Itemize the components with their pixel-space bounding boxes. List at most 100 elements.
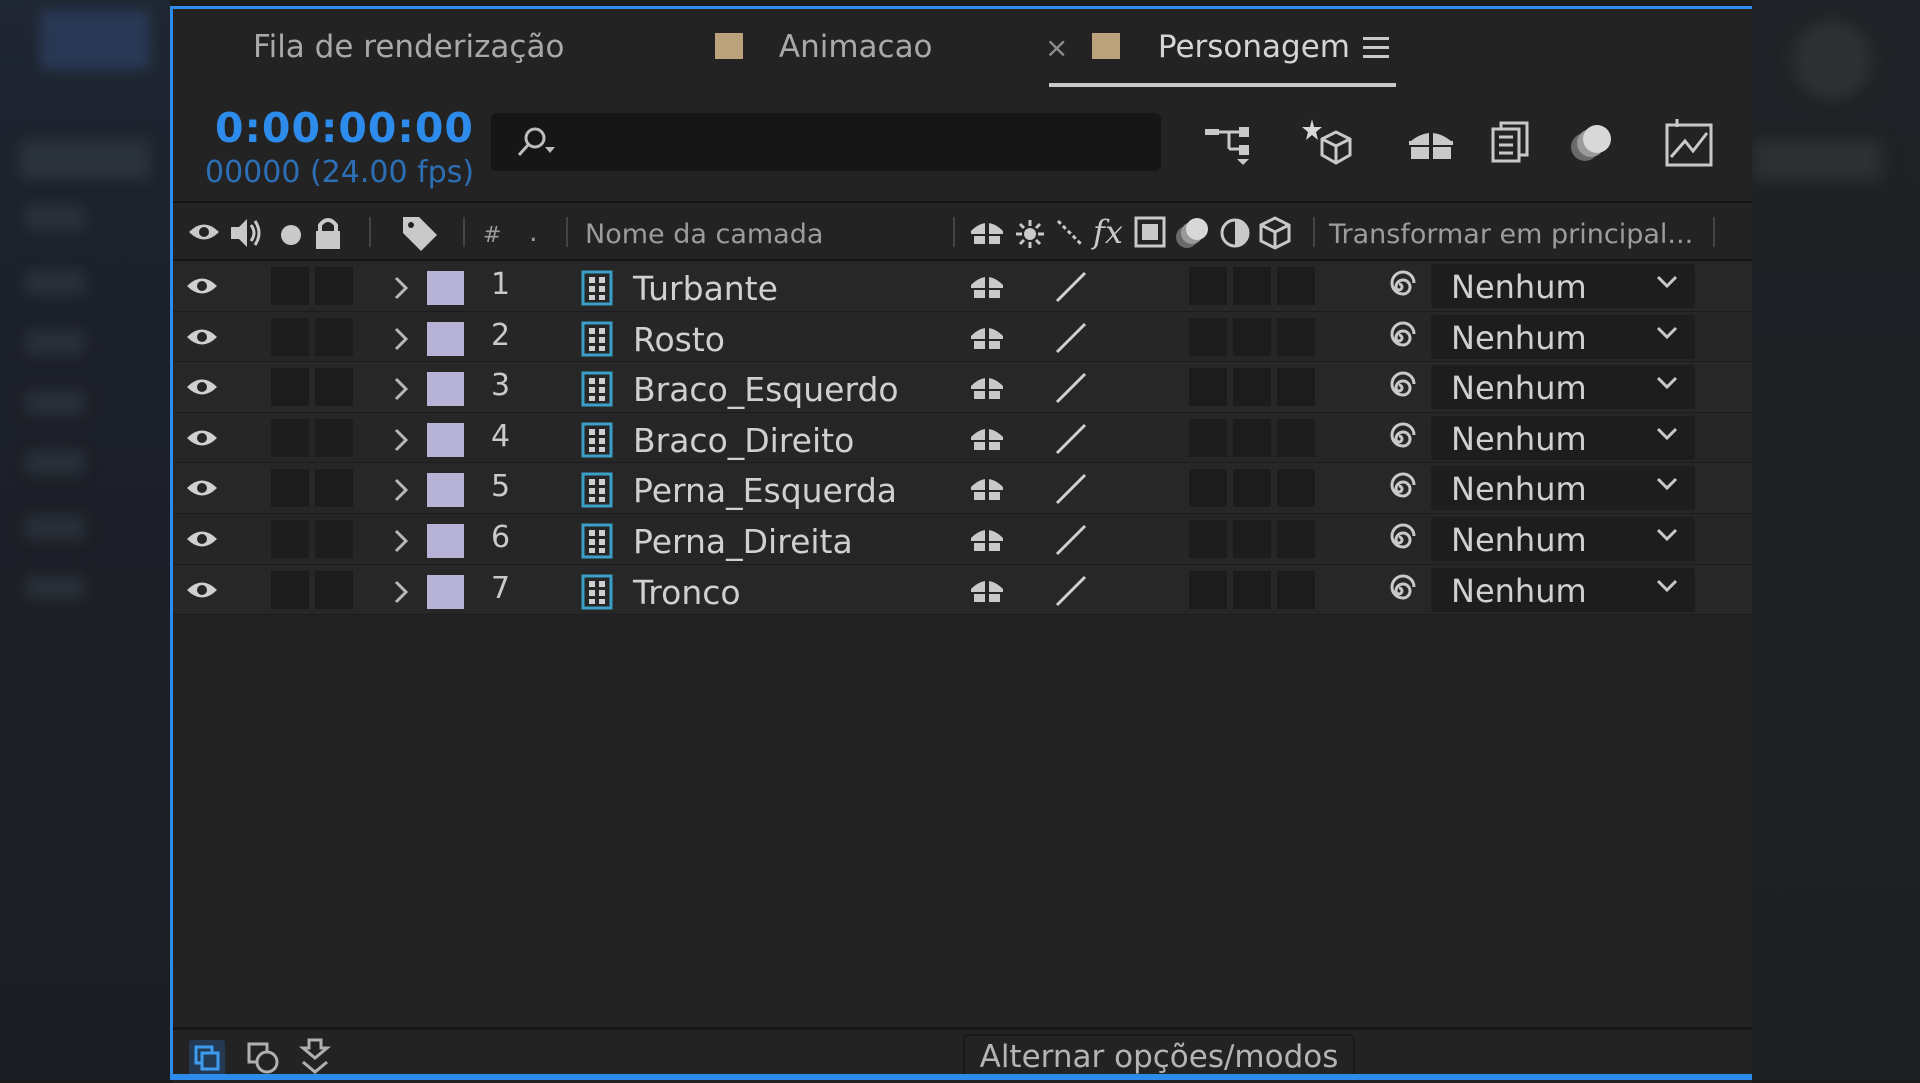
motion-blur-icon[interactable] bbox=[1567, 121, 1617, 167]
eye-visibility-icon[interactable] bbox=[185, 524, 219, 554]
parent-dropdown[interactable]: Nenhum bbox=[1431, 264, 1695, 308]
chevron-right-icon[interactable] bbox=[391, 275, 411, 301]
parent-dropdown[interactable]: Nenhum bbox=[1431, 516, 1695, 561]
chevron-right-icon[interactable] bbox=[391, 477, 411, 503]
3d-toggle[interactable] bbox=[1277, 469, 1315, 508]
motion-blur-toggle[interactable] bbox=[1189, 267, 1227, 305]
3d-toggle[interactable] bbox=[1277, 368, 1315, 407]
label-tag-icon[interactable] bbox=[399, 213, 439, 253]
eye-visibility-icon[interactable] bbox=[185, 322, 219, 352]
pick-whip-icon[interactable] bbox=[1381, 471, 1417, 507]
3d-toggle[interactable] bbox=[1277, 570, 1315, 609]
draft-3d-icon[interactable] bbox=[1298, 115, 1354, 169]
layer-label-color[interactable] bbox=[427, 372, 464, 407]
parent-dropdown[interactable]: Nenhum bbox=[1431, 567, 1695, 612]
collapse-transformations-icon[interactable] bbox=[969, 271, 1005, 303]
adjustment-toggle[interactable] bbox=[1233, 570, 1271, 609]
quality-best-icon[interactable] bbox=[1053, 471, 1089, 507]
collapse-transformations-icon[interactable] bbox=[969, 524, 1005, 556]
3d-toggle[interactable] bbox=[1277, 317, 1315, 356]
layer-label-color[interactable] bbox=[427, 271, 464, 305]
layer-name-header[interactable]: Nome da camada bbox=[585, 219, 823, 250]
layer-row[interactable]: 7 Tronco Nenhum bbox=[173, 564, 1752, 616]
layer-row[interactable]: 4 Braco_Direito Nenhum bbox=[173, 412, 1752, 464]
layer-name[interactable]: Rosto bbox=[633, 320, 725, 359]
adjustment-toggle[interactable] bbox=[1233, 519, 1271, 558]
3d-toggle[interactable] bbox=[1277, 519, 1315, 558]
video-visibility-icon[interactable] bbox=[187, 217, 221, 247]
adjustment-toggle[interactable] bbox=[1233, 418, 1271, 457]
quality-best-icon[interactable] bbox=[1053, 421, 1089, 457]
chevron-right-icon[interactable] bbox=[391, 326, 411, 352]
parent-dropdown[interactable]: Nenhum bbox=[1431, 365, 1695, 410]
shy-layers-icon[interactable] bbox=[1405, 123, 1457, 163]
pick-whip-icon[interactable] bbox=[1381, 573, 1417, 609]
chevron-right-icon[interactable] bbox=[391, 528, 411, 554]
pick-whip-icon[interactable] bbox=[1381, 320, 1417, 356]
eye-visibility-icon[interactable] bbox=[185, 372, 219, 402]
parent-column-header[interactable]: Transformar em principal... bbox=[1329, 219, 1693, 250]
chevron-right-icon[interactable] bbox=[391, 376, 411, 402]
solo-toggle[interactable] bbox=[271, 469, 309, 508]
adjustment-toggle[interactable] bbox=[1233, 368, 1271, 407]
solo-toggle[interactable] bbox=[271, 267, 309, 305]
in-out-duration-toggle-icon[interactable] bbox=[295, 1036, 335, 1076]
layer-search-input[interactable] bbox=[491, 113, 1161, 171]
pick-whip-icon[interactable] bbox=[1381, 370, 1417, 406]
close-tab-icon[interactable]: × bbox=[1045, 31, 1068, 64]
eye-visibility-icon[interactable] bbox=[185, 423, 219, 453]
quality-best-icon[interactable] bbox=[1053, 370, 1089, 406]
collapse-transformations-icon[interactable] bbox=[969, 575, 1005, 607]
lock-toggle[interactable] bbox=[315, 368, 353, 407]
layer-name[interactable]: Braco_Direito bbox=[633, 421, 854, 460]
motion-blur-toggle[interactable] bbox=[1189, 418, 1227, 457]
composition-flowchart-icon[interactable] bbox=[1201, 121, 1253, 167]
layer-label-color[interactable] bbox=[427, 574, 464, 609]
layer-row[interactable]: 6 Perna_Direita Nenhum bbox=[173, 513, 1752, 565]
motion-blur-toggle[interactable] bbox=[1189, 469, 1227, 508]
layer-label-color[interactable] bbox=[427, 422, 464, 457]
motion-blur-toggle[interactable] bbox=[1189, 368, 1227, 407]
chevron-right-icon[interactable] bbox=[391, 427, 411, 453]
layer-row[interactable]: 1 Turbante Nenhum bbox=[173, 261, 1752, 312]
collapse-transformations-icon[interactable] bbox=[969, 473, 1005, 505]
pick-whip-icon[interactable] bbox=[1381, 522, 1417, 558]
layer-name[interactable]: Braco_Esquerdo bbox=[633, 370, 899, 409]
motion-blur-toggle[interactable] bbox=[1189, 570, 1227, 609]
quality-best-icon[interactable] bbox=[1053, 522, 1089, 558]
layer-label-color[interactable] bbox=[427, 523, 464, 558]
current-time-display[interactable]: 0:00:00:00 bbox=[215, 104, 474, 152]
solo-toggle[interactable] bbox=[271, 519, 309, 558]
solo-toggle[interactable] bbox=[271, 317, 309, 356]
graph-editor-icon[interactable] bbox=[1663, 117, 1715, 169]
parent-dropdown[interactable]: Nenhum bbox=[1431, 314, 1695, 359]
chevron-right-icon[interactable] bbox=[391, 579, 411, 605]
solo-icon[interactable] bbox=[279, 223, 303, 247]
parent-dropdown[interactable]: Nenhum bbox=[1431, 415, 1695, 460]
solo-toggle[interactable] bbox=[271, 368, 309, 407]
3d-toggle[interactable] bbox=[1277, 267, 1315, 305]
tab-animacao[interactable]: Animacao bbox=[715, 29, 933, 65]
quality-best-icon[interactable] bbox=[1053, 573, 1089, 609]
parent-dropdown[interactable]: Nenhum bbox=[1431, 466, 1695, 511]
lock-icon[interactable] bbox=[313, 215, 343, 251]
lock-toggle[interactable] bbox=[315, 519, 353, 558]
layer-name[interactable]: Perna_Esquerda bbox=[633, 471, 897, 510]
layer-switches-toggle-icon[interactable] bbox=[187, 1038, 227, 1078]
pick-whip-icon[interactable] bbox=[1381, 421, 1417, 457]
quality-best-icon[interactable] bbox=[1053, 320, 1089, 356]
tab-personagem[interactable]: Personagem bbox=[1092, 29, 1350, 65]
collapse-transformations-icon[interactable] bbox=[969, 372, 1005, 404]
adjustment-toggle[interactable] bbox=[1233, 469, 1271, 508]
panel-menu-icon[interactable] bbox=[1363, 37, 1389, 59]
eye-visibility-icon[interactable] bbox=[185, 575, 219, 605]
modes-toggle-icon[interactable] bbox=[243, 1038, 283, 1078]
lock-toggle[interactable] bbox=[315, 267, 353, 305]
motion-blur-toggle[interactable] bbox=[1189, 317, 1227, 356]
solo-toggle[interactable] bbox=[271, 418, 309, 457]
3d-toggle[interactable] bbox=[1277, 418, 1315, 457]
lock-toggle[interactable] bbox=[315, 317, 353, 356]
layer-label-color[interactable] bbox=[427, 473, 464, 508]
lock-toggle[interactable] bbox=[315, 469, 353, 508]
tab-render-queue[interactable]: Fila de renderização bbox=[253, 29, 564, 65]
